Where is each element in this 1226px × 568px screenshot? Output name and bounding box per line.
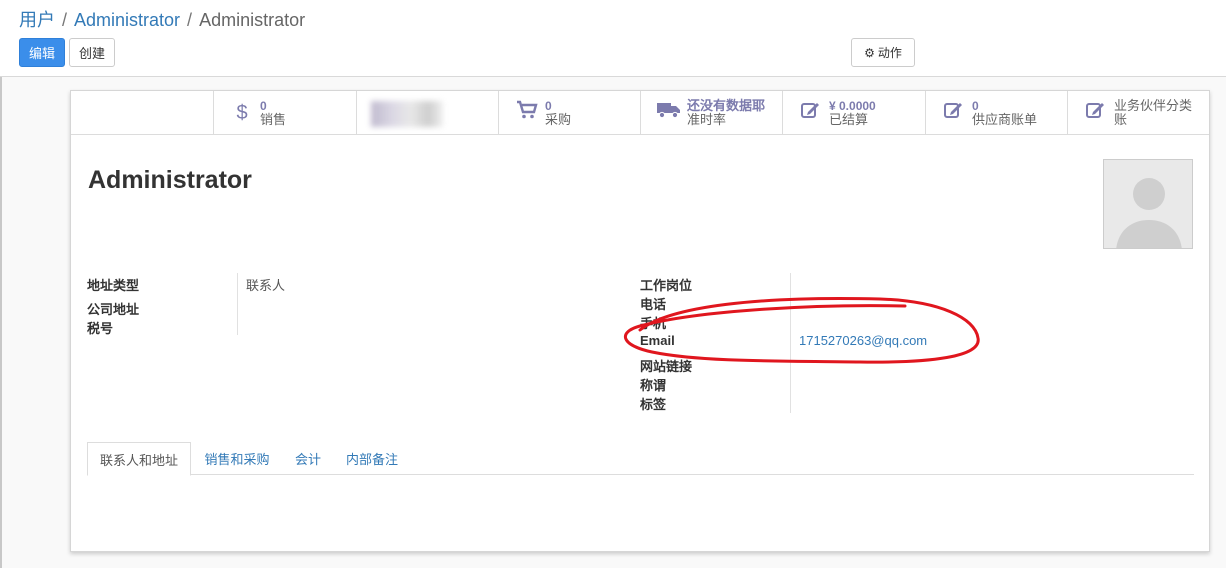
- avatar[interactable]: [1103, 159, 1193, 249]
- vendor-bills-count: 0: [972, 99, 979, 113]
- action-label: 动作: [877, 46, 902, 60]
- control-panel: 用户 / Administrator / Administrator 编辑 创建 ⚙ 动…: [0, 0, 1226, 77]
- field-label-tax-id: 税号: [87, 321, 114, 336]
- partner-ledger-label: 业务伙伴分类: [1114, 98, 1193, 113]
- field-label-job-position: 工作岗位: [640, 278, 693, 293]
- edit-button[interactable]: 编辑: [19, 38, 65, 67]
- breadcrumb-separator: /: [187, 10, 193, 30]
- scroll-edge: [0, 77, 2, 568]
- sales-count: 0: [260, 99, 267, 113]
- sales-stat-button[interactable]: $ 0 销售: [213, 91, 355, 135]
- on-time-rate-value: 还没有数据耶: [687, 98, 766, 113]
- on-time-rate-stat-button[interactable]: 还没有数据耶 准时率: [640, 91, 782, 135]
- purchase-count: 0: [545, 99, 552, 113]
- dollar-icon: $: [236, 101, 248, 124]
- tab-contacts-addresses[interactable]: 联系人和地址: [87, 442, 191, 476]
- breadcrumb: 用户 / Administrator / Administrator: [19, 6, 305, 32]
- person-placeholder-icon: [1104, 160, 1192, 248]
- smart-button-box: $ 0 销售 0 采购 还没有数据耶 准时率 ¥ 0.0000 已结算 0 供应…: [71, 91, 1209, 135]
- field-label-company-address: 公司地址: [87, 302, 140, 317]
- invoiced-label: 已结算: [829, 112, 869, 127]
- edit-icon: [797, 100, 825, 126]
- field-label-email: Email: [640, 333, 675, 348]
- field-label-phone: 电话: [640, 297, 667, 312]
- tab-accounting[interactable]: 会计: [287, 442, 329, 475]
- tab-sales-purchase[interactable]: 销售和采购: [197, 442, 277, 475]
- form-sheet: $ 0 销售 0 采购 还没有数据耶 准时率 ¥ 0.0000 已结算 0 供应…: [70, 90, 1210, 552]
- vendor-bills-stat-button[interactable]: 0 供应商账单: [925, 91, 1067, 135]
- field-label-title: 称谓: [640, 378, 667, 393]
- field-divider: [790, 273, 791, 413]
- field-label-website: 网站链接: [640, 359, 693, 374]
- truck-icon: [655, 101, 683, 125]
- notebook-tabs: 联系人和地址 销售和采购 会计 内部备注: [87, 442, 1194, 476]
- edit-icon: [940, 100, 968, 126]
- field-label-address-type: 地址类型: [87, 278, 140, 293]
- invoiced-amount: ¥ 0.0000: [829, 99, 876, 113]
- purchase-stat-button[interactable]: 0 采购: [498, 91, 640, 135]
- field-value-address-type[interactable]: 联系人: [246, 275, 285, 294]
- email-link[interactable]: 1715270263@qq.com: [799, 333, 927, 348]
- gear-icon: ⚙: [864, 45, 875, 60]
- cart-icon: [513, 100, 541, 126]
- partner-ledger-label-2: 账: [1114, 112, 1128, 127]
- partner-ledger-stat-button[interactable]: 业务伙伴分类 账: [1067, 91, 1209, 135]
- invoiced-stat-button[interactable]: ¥ 0.0000 已结算: [782, 91, 924, 135]
- redacted-blur: [371, 101, 443, 127]
- field-label-mobile: 手机: [640, 316, 667, 331]
- purchase-label: 采购: [545, 112, 572, 127]
- sales-label: 销售: [260, 112, 287, 127]
- create-button[interactable]: 创建: [69, 38, 115, 67]
- on-time-rate-label: 准时率: [687, 112, 727, 127]
- breadcrumb-separator: /: [62, 10, 68, 30]
- field-label-tags: 标签: [640, 397, 667, 412]
- redacted-stat-button[interactable]: [356, 91, 498, 135]
- action-dropdown-button[interactable]: ⚙ 动作: [851, 38, 915, 67]
- breadcrumb-parent-link[interactable]: Administrator: [74, 10, 180, 30]
- edit-icon: [1082, 100, 1110, 126]
- tab-internal-notes[interactable]: 内部备注: [339, 442, 405, 475]
- vendor-bills-label: 供应商账单: [972, 112, 1038, 127]
- breadcrumb-current: Administrator: [199, 10, 306, 30]
- record-title: Administrator: [88, 166, 252, 194]
- field-divider: [237, 273, 238, 335]
- breadcrumb-users-link[interactable]: 用户: [19, 10, 55, 30]
